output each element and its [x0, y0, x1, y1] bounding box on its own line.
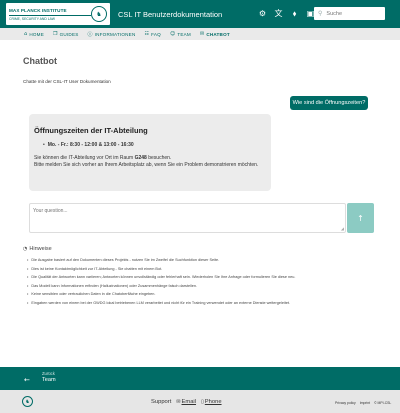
copyright: © MPI-CSL — [374, 401, 392, 405]
hints-list: Die Ausgabe basiert auf den Dokumenten d… — [27, 256, 295, 307]
footer-seal-icon: ♞ — [22, 396, 33, 407]
mpi-logo[interactable]: MAX PLANCK INSTITUTE CRIME, SECURITY AND… — [6, 3, 110, 25]
hours-item: Mo. - Fr.: 8:30 - 12:00 & 13:00 - 16:30 — [43, 142, 267, 148]
back-label: Zurück — [42, 371, 55, 376]
email-icon: ✉ — [176, 399, 181, 405]
page-intro: Chatte mit der CSL-IT User Dokumentation — [23, 79, 111, 84]
email-label: Email — [181, 399, 197, 405]
minerva-seal-icon: ♞ — [91, 6, 107, 22]
nav-item-team[interactable]: ☺ TEAM — [170, 31, 191, 37]
hint-item: Dies ist keine Kontaktmöglichkeit zur IT… — [27, 265, 295, 274]
arrow-left-icon[interactable]: ← — [24, 376, 30, 384]
imprint-link[interactable]: Imprint — [360, 401, 370, 405]
nav-label: GUIDES — [59, 31, 79, 37]
resize-handle-icon[interactable]: ◢ — [341, 226, 344, 231]
phone-link[interactable]: ▯ Phone — [201, 399, 222, 405]
chat-icon: ✉ — [199, 31, 205, 37]
tag-icon[interactable]: ⬧ — [290, 8, 299, 19]
nav-item-chatbot[interactable]: ✉ CHATBOT — [200, 31, 230, 37]
nav-label: CHATBOT — [206, 31, 230, 37]
logo-subtitle: CRIME, SECURITY AND LAW — [9, 14, 91, 21]
hints-title: Hinweise — [29, 246, 52, 252]
arrow-up-icon: ↑ — [357, 213, 364, 223]
nav-item-guides[interactable]: ❐ GUIDES — [53, 31, 79, 37]
privacy-link[interactable]: Privacy policy — [335, 401, 356, 405]
hint-item: Die Ausgabe basiert auf den Dokumenten d… — [27, 256, 295, 265]
translate-icon[interactable]: 文 — [274, 8, 283, 19]
answer-heading: Öffnungszeiten der IT-Abteilung — [34, 126, 148, 135]
email-link[interactable]: ✉ Email — [176, 399, 196, 405]
phone-label: Phone — [204, 399, 222, 405]
nav-label: HOME — [29, 31, 44, 37]
faq-icon: ☷ — [144, 31, 150, 37]
room-prefix: Sie können die IT-Abteilung vor Ort im R… — [34, 155, 135, 161]
answer-text: Sie können die IT-Abteilung vor Ort im R… — [34, 155, 267, 169]
nav-item-informationen[interactable]: ⓘ INFORMATIONEN — [87, 31, 135, 38]
hint-item: Die Qualität der Antworten kann variiere… — [27, 273, 295, 282]
hours-list: Mo. - Fr.: 8:30 - 12:00 & 13:00 - 16:30 — [43, 142, 267, 148]
settings-icon[interactable]: ⚙ — [258, 8, 267, 19]
site-title[interactable]: CSL IT Benutzerdokumentation — [118, 10, 222, 19]
hours-text: Mo. - Fr.: 8:30 - 12:00 & 13:00 - 16:30 — [47, 142, 134, 148]
home-icon: ⌂ — [24, 31, 28, 37]
search-input[interactable] — [326, 10, 382, 17]
footer-nav-bar — [0, 367, 400, 390]
phone-icon: ▯ — [201, 399, 204, 405]
search-icon: ⚲ — [318, 10, 323, 17]
support-label: Support — [151, 399, 172, 405]
room-number: G248 — [134, 155, 147, 161]
main-nav: ⌂ HOME ❐ GUIDES ⓘ INFORMATIONEN ☷ FAQ ☺ … — [0, 28, 400, 40]
legal-links: Privacy policy Imprint © MPI-CSL — [335, 401, 391, 405]
search-box[interactable]: ⚲ — [314, 7, 385, 20]
back-link-team[interactable]: Team — [42, 377, 56, 383]
nav-item-home[interactable]: ⌂ HOME — [24, 31, 44, 37]
support-links: Support ✉ Email ▯ Phone — [151, 399, 222, 405]
hint-item: Das Modell kann Informationen erfinden (… — [27, 282, 295, 291]
guides-icon: ❐ — [52, 31, 58, 37]
hints-heading: ◔ Hinweise — [23, 246, 52, 252]
answer-note: Bitte melden Sie sich vorher an Ihrem Ar… — [34, 162, 259, 168]
lightbulb-icon: ◔ — [23, 246, 28, 252]
team-icon: ☺ — [169, 31, 176, 37]
header-icons: ⚙ 文 ⬧ ▣ — [258, 8, 315, 19]
question-input-box[interactable]: ◢ — [29, 203, 346, 233]
hint-item: Keine sensiblen oder vertraulichen Daten… — [27, 290, 295, 299]
hint-item: Eingaben werden von einem bei der GWDG l… — [27, 299, 295, 308]
bot-answer-card: Öffnungszeiten der IT-Abteilung Mo. - Fr… — [29, 114, 271, 191]
nav-label: FAQ — [151, 31, 161, 37]
room-suffix: besuchen. — [146, 155, 172, 161]
nav-item-faq[interactable]: ☷ FAQ — [144, 31, 160, 37]
nav-label: INFORMATIONEN — [94, 31, 136, 37]
send-button[interactable]: ↑ — [347, 203, 374, 233]
logo-title: MAX PLANCK INSTITUTE — [9, 7, 67, 13]
question-input[interactable] — [30, 204, 345, 232]
info-icon: ⓘ — [87, 31, 93, 38]
logo-text: MAX PLANCK INSTITUTE CRIME, SECURITY AND… — [9, 8, 91, 21]
nav-label: TEAM — [177, 31, 191, 37]
user-message-bubble: Wie sind die Öffnungszeiten? — [290, 96, 368, 110]
page-title: Chatbot — [23, 56, 57, 66]
